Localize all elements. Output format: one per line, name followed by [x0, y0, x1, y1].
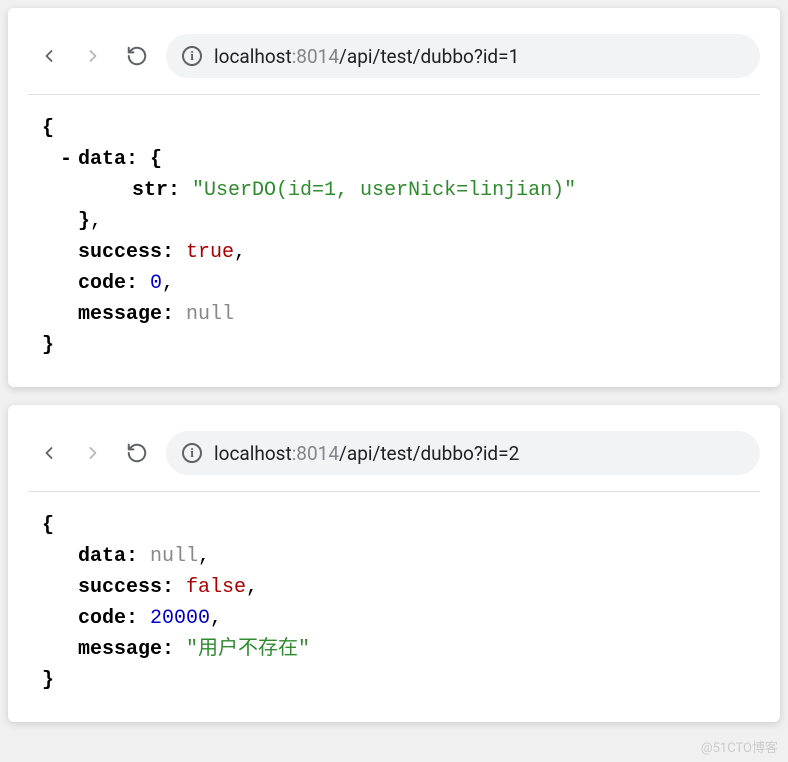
json-line: str: "UserDO(id=1, userNick=linjian)": [42, 175, 760, 206]
browser-card-2: i localhost:8014/api/test/dubbo?id=2 { d…: [8, 405, 780, 722]
reload-button[interactable]: [126, 442, 148, 464]
json-line: code: 0,: [42, 268, 760, 299]
url-text: localhost:8014/api/test/dubbo?id=2: [214, 442, 519, 465]
json-line: -data: {: [42, 144, 760, 175]
json-close-brace: }: [42, 665, 760, 696]
json-line: message: null: [42, 299, 760, 330]
json-line: success: false,: [42, 572, 760, 603]
json-line: },: [42, 206, 760, 237]
toolbar: i localhost:8014/api/test/dubbo?id=1: [28, 26, 760, 95]
json-response: { data: null, success: false, code: 2000…: [28, 510, 760, 696]
json-line: message: "用户不存在": [42, 634, 760, 665]
reload-button[interactable]: [126, 45, 148, 67]
address-bar[interactable]: i localhost:8014/api/test/dubbo?id=1: [166, 34, 760, 78]
json-open-brace: {: [42, 113, 760, 144]
json-close-brace: }: [42, 330, 760, 361]
json-response: { -data: { str: "UserDO(id=1, userNick=l…: [28, 113, 760, 361]
browser-card-1: i localhost:8014/api/test/dubbo?id=1 { -…: [8, 8, 780, 387]
info-icon[interactable]: i: [182, 46, 202, 66]
info-icon[interactable]: i: [182, 443, 202, 463]
nav-buttons: [38, 442, 148, 464]
json-line: code: 20000,: [42, 603, 760, 634]
forward-button[interactable]: [82, 45, 104, 67]
address-bar[interactable]: i localhost:8014/api/test/dubbo?id=2: [166, 431, 760, 475]
nav-buttons: [38, 45, 148, 67]
toolbar: i localhost:8014/api/test/dubbo?id=2: [28, 423, 760, 492]
back-button[interactable]: [38, 45, 60, 67]
json-line: success: true,: [42, 237, 760, 268]
json-open-brace: {: [42, 510, 760, 541]
forward-button[interactable]: [82, 442, 104, 464]
url-text: localhost:8014/api/test/dubbo?id=1: [214, 45, 519, 68]
watermark: @51CTO博客: [701, 737, 778, 756]
collapse-toggle[interactable]: -: [60, 144, 78, 175]
json-line: data: null,: [42, 541, 760, 572]
back-button[interactable]: [38, 442, 60, 464]
